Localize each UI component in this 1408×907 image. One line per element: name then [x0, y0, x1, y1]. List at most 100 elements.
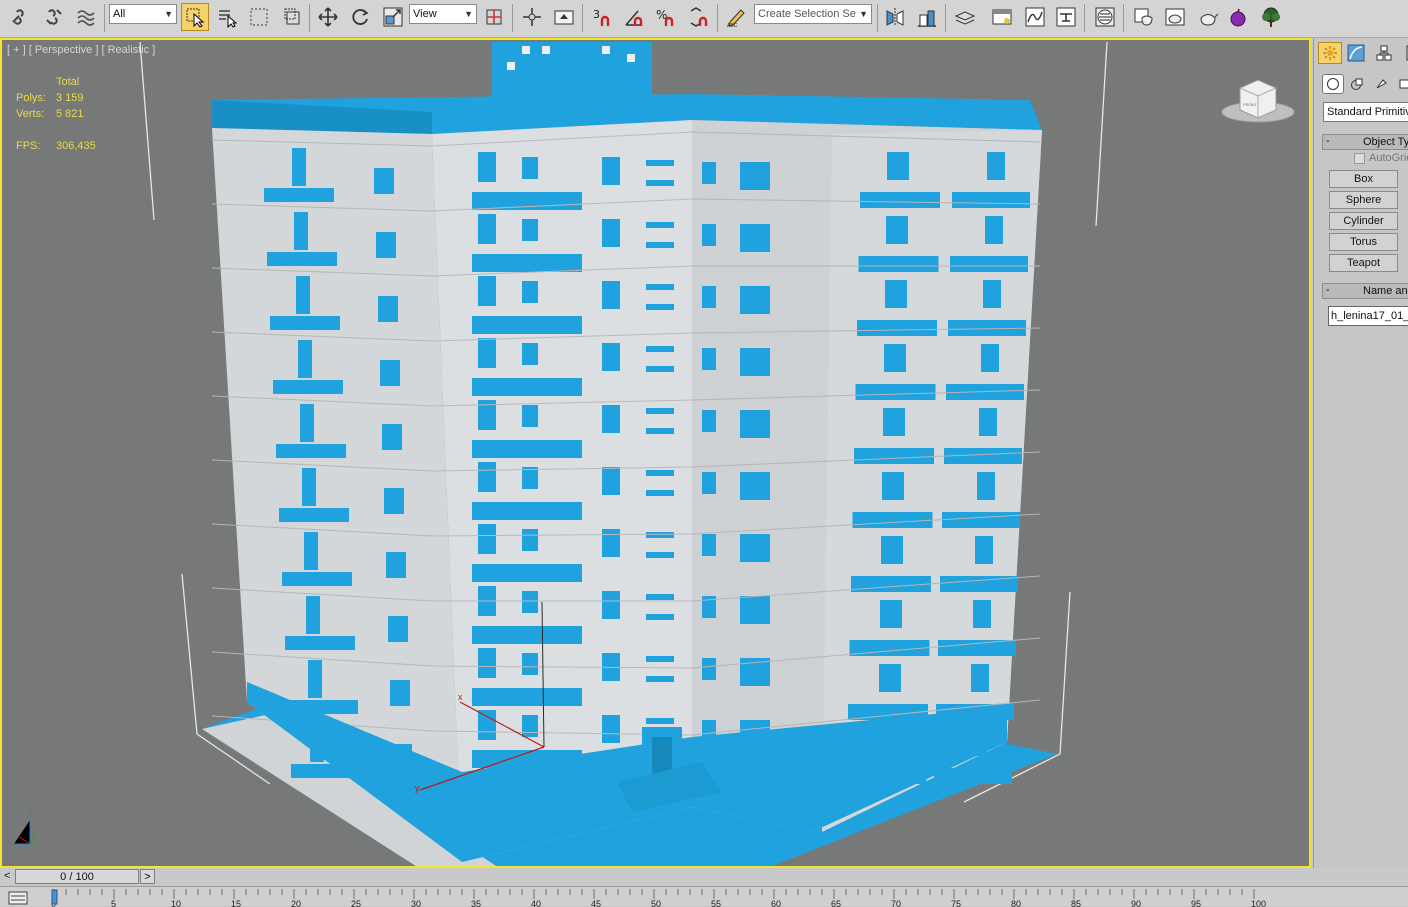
layer-manager-icon[interactable]: [951, 3, 979, 31]
perspective-viewport[interactable]: x y z [ + ] [ Perspective ] [ Realistic …: [0, 38, 1311, 868]
stair-slot: [646, 366, 674, 372]
right-window: [740, 162, 770, 190]
right-balcony-band: [852, 512, 933, 528]
right-window: [702, 348, 716, 370]
stair-slot: [646, 552, 674, 558]
left-balcony-band: [285, 636, 355, 650]
stair-slot: [646, 180, 674, 186]
align-icon[interactable]: [913, 3, 941, 31]
curve-editor-icon[interactable]: [1021, 3, 1049, 31]
material-editor-icon[interactable]: [1091, 3, 1119, 31]
motion-tab-icon[interactable]: [1400, 42, 1408, 64]
bind-spacewarp-icon[interactable]: [72, 3, 100, 31]
right-balcony-band: [855, 384, 936, 400]
unlink-icon[interactable]: [40, 3, 68, 31]
world-axis-z-label: z: [28, 808, 33, 818]
front-window: [522, 529, 538, 551]
pivot-center-icon[interactable]: [480, 3, 508, 31]
keyboard-shortcut-override-icon[interactable]: [550, 3, 578, 31]
viewcube[interactable]: FRONT: [1218, 74, 1298, 126]
select-object-icon[interactable]: [181, 3, 209, 31]
front-balcony-band: [472, 254, 582, 272]
front-balcony-band: [472, 502, 582, 520]
left-balcony-band: [276, 444, 346, 458]
create-tab-icon[interactable]: [1318, 42, 1342, 64]
snap-angle-label: 3: [593, 8, 600, 21]
window-crossing-icon[interactable]: [279, 3, 307, 31]
shapes-category-icon[interactable]: [1346, 74, 1368, 94]
svg-text:ABC: ABC: [727, 23, 738, 28]
track-bar[interactable]: 0510152025303540455055606570758085909510…: [0, 886, 1408, 907]
right-balcony-window: [981, 344, 999, 372]
stair-slot: [646, 676, 674, 682]
named-selection-dropdown[interactable]: Create Selection Se ▼: [754, 4, 872, 24]
edit-named-selection-icon[interactable]: ABC: [722, 3, 750, 31]
select-by-name-icon[interactable]: [213, 3, 241, 31]
graphite-ribbon-icon[interactable]: [988, 3, 1016, 31]
render-setup-icon[interactable]: [1130, 3, 1158, 31]
render-production-icon[interactable]: [1194, 3, 1222, 31]
name-and-color-rollout[interactable]: -Name and Color: [1322, 283, 1408, 299]
left-window: [388, 616, 408, 642]
viewcube-face-label: FRONT: [1243, 102, 1257, 107]
time-slider-next-button[interactable]: >: [140, 869, 155, 884]
torus-button[interactable]: Torus: [1329, 233, 1398, 251]
autogrid-checkbox[interactable]: AutoGrid: [1354, 152, 1408, 164]
front-balcony-window: [478, 152, 496, 182]
left-balcony-window: [308, 660, 322, 698]
stair-window: [602, 343, 620, 371]
object-name-field[interactable]: h_lenina17_01_1: [1328, 306, 1408, 326]
snap-toggle-icon[interactable]: 3: [588, 3, 616, 31]
ref-coord-dropdown[interactable]: View ▼: [409, 4, 477, 24]
left-window: [374, 168, 394, 194]
lights-category-icon[interactable]: [1370, 74, 1392, 94]
render-iterative-icon[interactable]: [1224, 3, 1252, 31]
primitive-type-dropdown[interactable]: Standard Primitives: [1323, 102, 1408, 122]
right-balcony-band: [858, 256, 939, 272]
spinner-snap-icon[interactable]: [685, 3, 713, 31]
tree-icon[interactable]: [1257, 3, 1285, 31]
rotate-icon[interactable]: [346, 3, 374, 31]
move-icon[interactable]: [314, 3, 342, 31]
object-type-rollout[interactable]: -Object Type: [1322, 134, 1408, 150]
chevron-down-icon: ▼: [859, 9, 868, 19]
left-window: [376, 232, 396, 258]
modify-tab-icon[interactable]: [1344, 42, 1368, 64]
scale-icon[interactable]: [379, 3, 407, 31]
angle-snap-icon[interactable]: [620, 3, 648, 31]
mirror-icon[interactable]: [881, 3, 909, 31]
left-balcony-band: [282, 572, 352, 586]
left-balcony-window: [306, 596, 320, 634]
polys-label: Polys:: [16, 92, 46, 104]
right-window: [702, 162, 716, 184]
manipulate-icon[interactable]: [518, 3, 546, 31]
hierarchy-tab-icon[interactable]: [1372, 42, 1396, 64]
cameras-category-icon[interactable]: [1394, 74, 1408, 94]
geometry-category-icon[interactable]: [1322, 74, 1344, 94]
right-window: [702, 534, 716, 556]
time-slider[interactable]: 0 / 100: [15, 869, 139, 884]
viewport-label-menu[interactable]: [ + ] [ Perspective ] [ Realistic ]: [7, 44, 155, 56]
stair-slot: [646, 408, 674, 414]
time-slider-prev-button[interactable]: <: [4, 870, 10, 882]
scene-render[interactable]: x y z: [2, 40, 1311, 868]
left-balcony-window: [294, 212, 308, 250]
front-balcony-window: [478, 276, 496, 306]
select-and-link-icon[interactable]: [6, 3, 34, 31]
stair-slot: [646, 614, 674, 620]
right-window: [702, 472, 716, 494]
stair-slot: [646, 346, 674, 352]
box-button[interactable]: Box: [1329, 170, 1398, 188]
percent-snap-icon[interactable]: %: [652, 3, 680, 31]
sphere-button[interactable]: Sphere: [1329, 191, 1398, 209]
selection-filter-dropdown[interactable]: All ▼: [109, 4, 177, 24]
teapot-button[interactable]: Teapot: [1329, 254, 1398, 272]
right-balcony-window: [971, 664, 989, 692]
left-balcony-band: [273, 380, 343, 394]
schematic-view-icon[interactable]: [1052, 3, 1080, 31]
autogrid-checkbox-box[interactable]: [1354, 152, 1365, 164]
rendered-frame-icon[interactable]: [1161, 3, 1189, 31]
cylinder-button[interactable]: Cylinder: [1329, 212, 1398, 230]
main-toolbar: All ▼ View ▼ 3 % ABC Create Selection Se…: [0, 0, 1408, 38]
rect-select-region-icon[interactable]: [245, 3, 273, 31]
